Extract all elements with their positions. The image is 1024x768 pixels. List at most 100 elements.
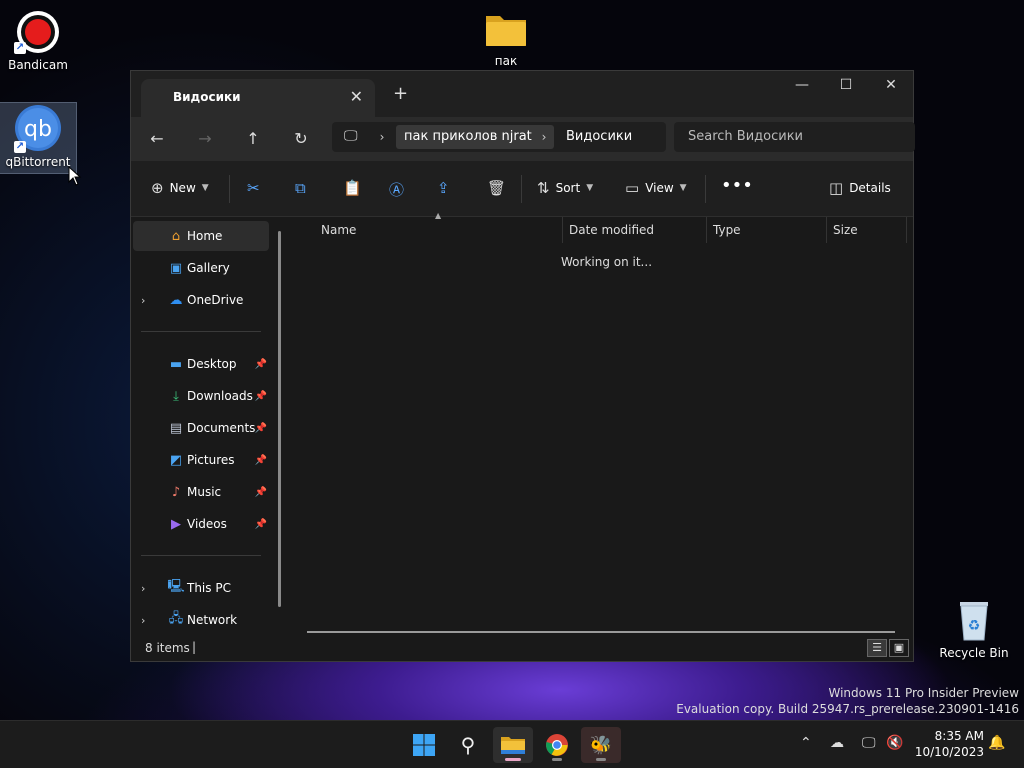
chevron-down-icon: ▼ [201, 183, 209, 193]
command-bar: ⊕ New ▼ ✂ ⧉ 📋 Ⓐ ⇪ 🗑 ⇅ Sort ▼ ▭ View ▼ ••… [131, 161, 913, 217]
search-icon: ⚲ [460, 733, 476, 757]
up-button[interactable]: ↑ [241, 129, 265, 148]
column-header-size[interactable]: Size [827, 217, 907, 243]
desktop-icon-label: Recycle Bin [939, 646, 1009, 660]
search-button[interactable]: ⚲ [448, 727, 488, 763]
nav-label: OneDrive [187, 293, 244, 307]
desktop-icon-label: Bandicam [8, 58, 68, 72]
column-header-type[interactable]: Type [707, 217, 827, 243]
pin-icon: 📌 [254, 486, 267, 498]
svg-text:qb: qb [24, 117, 52, 142]
running-indicator [552, 758, 562, 761]
sort-button[interactable]: ⇅ Sort ▼ [537, 179, 593, 197]
share-icon: ⇪ [437, 179, 450, 197]
nav-item-gallery[interactable]: ▣ Gallery [133, 253, 269, 283]
view-label: View [645, 181, 674, 195]
nav-label: Pictures [187, 453, 235, 467]
file-list: ▲ Name Date modified Type Size Working o… [289, 211, 915, 637]
nav-label: Music [187, 485, 222, 499]
breadcrumb-separator[interactable]: › [534, 125, 554, 149]
nav-item-desktop[interactable]: ▬ Desktop 📌 [133, 349, 269, 379]
tiles-view-toggle[interactable]: ▣ [889, 639, 909, 657]
folder-icon [486, 16, 526, 46]
shortcut-arrow-icon: ↗ [14, 141, 26, 153]
taskbar-app-file-explorer[interactable] [493, 727, 533, 763]
volume-muted-icon[interactable]: 🔇 [886, 735, 903, 751]
onedrive-status-icon[interactable]: ☁ [830, 735, 844, 751]
nav-item-network[interactable]: › 🖧 Network [133, 605, 269, 635]
system-clock[interactable]: 8:35 AM 10/10/2023 [915, 728, 984, 760]
item-count: 8 items [145, 641, 190, 655]
desktop-icon-bandicam[interactable]: ↗ Bandicam [0, 8, 76, 72]
clock-date: 10/10/2023 [914, 745, 984, 759]
nav-scrollbar[interactable] [278, 231, 281, 607]
details-button[interactable]: ◫ Details [829, 179, 891, 197]
copy-button[interactable]: ⧉ [295, 179, 306, 197]
watermark-line-1: Windows 11 Pro Insider Preview [828, 686, 1019, 700]
desktop-icon-folder[interactable]: пак [468, 8, 544, 68]
nav-item-home[interactable]: ⌂ Home [133, 221, 269, 251]
breadcrumb-separator[interactable]: › [372, 125, 392, 149]
share-button[interactable]: ⇪ [437, 179, 450, 197]
expand-chevron-icon[interactable]: › [141, 614, 155, 627]
nav-item-this-pc[interactable]: › 🖳 This PC [133, 573, 269, 603]
pin-icon: 📌 [254, 518, 267, 530]
paste-button[interactable]: 📋 [343, 179, 362, 197]
tab-videos[interactable]: Видосики ✕ [141, 79, 375, 117]
expand-chevron-icon[interactable]: › [141, 582, 155, 595]
nav-divider [141, 555, 261, 556]
refresh-button[interactable]: ↻ [289, 129, 313, 148]
nav-label: Desktop [187, 357, 237, 371]
recycle-bin-icon: ♻ [960, 602, 988, 641]
taskbar-app-bee[interactable]: 🐝 [581, 727, 621, 763]
command-separator [705, 175, 706, 203]
network-status-icon[interactable]: 🖵 [862, 735, 876, 751]
loading-message: Working on it... [561, 255, 653, 269]
nav-label: Downloads [187, 389, 253, 403]
expand-chevron-icon[interactable]: › [141, 294, 155, 307]
this-pc-icon[interactable]: 🖵 [344, 128, 358, 144]
status-bar: 8 items | ☰ ▣ [131, 635, 915, 661]
nav-item-pictures[interactable]: ◩ Pictures 📌 [133, 445, 269, 475]
minimize-button[interactable]: — [779, 77, 825, 93]
taskbar-app-chrome[interactable] [537, 727, 577, 763]
close-tab-icon[interactable]: ✕ [350, 87, 363, 106]
nav-item-music[interactable]: ♪ Music 📌 [133, 477, 269, 507]
address-field[interactable]: 🖵 › пак приколов njrat › Видосики [332, 122, 666, 152]
column-header-date-modified[interactable]: Date modified [563, 217, 707, 243]
delete-button[interactable]: 🗑 [487, 179, 506, 197]
column-header-name[interactable]: Name [315, 217, 563, 243]
desktop-icon-recycle-bin[interactable]: ♻ Recycle Bin [936, 596, 1012, 660]
new-tab-button[interactable]: + [393, 83, 408, 104]
details-view-toggle[interactable]: ☰ [867, 639, 887, 657]
back-button[interactable]: ← [145, 129, 169, 148]
nav-item-downloads[interactable]: ⤓ Downloads 📌 [133, 381, 269, 411]
chevron-down-icon: ▼ [679, 183, 687, 193]
taskbar: ⚲ 🐝 ⌃ ☁ 🖵 🔇 8:35 AM 10/10/2023 🔔 [0, 720, 1024, 768]
maximize-button[interactable]: ☐ [823, 77, 869, 93]
windows-logo-icon [413, 734, 435, 756]
horizontal-scrollbar[interactable] [307, 631, 895, 633]
view-button[interactable]: ▭ View ▼ [625, 179, 687, 197]
breadcrumb-segment-pak[interactable]: пак приколов njrat [396, 125, 540, 149]
breadcrumb-segment-videos[interactable]: Видосики [558, 125, 640, 149]
forward-button[interactable]: → [193, 129, 217, 148]
search-input[interactable]: Search Видосики [674, 122, 915, 152]
more-options-button[interactable]: ••• [721, 175, 753, 196]
nav-item-onedrive[interactable]: › ☁ OneDrive [133, 285, 269, 315]
nav-item-videos[interactable]: ▶ Videos 📌 [133, 509, 269, 539]
cut-button[interactable]: ✂ [247, 179, 260, 197]
close-window-button[interactable]: ✕ [868, 77, 914, 93]
details-label: Details [849, 181, 891, 195]
desktop-icon-qbittorrent[interactable]: qb ↗ qBittorrent [0, 102, 77, 174]
show-hidden-icons-chevron-icon[interactable]: ⌃ [800, 735, 812, 751]
desktop-icon: ▬ [169, 356, 183, 372]
new-button[interactable]: ⊕ New ▼ [151, 179, 209, 197]
rename-button[interactable]: Ⓐ [389, 179, 404, 200]
watermark-line-2: Evaluation copy. Build 25947.rs_prerelea… [676, 702, 1019, 716]
notification-bell-icon[interactable]: 🔔 [988, 735, 1005, 751]
nav-item-documents[interactable]: ▤ Documents 📌 [133, 413, 269, 443]
desktop-icon-label: qBittorrent [5, 155, 71, 169]
start-button[interactable] [404, 727, 444, 763]
plus-circle-icon: ⊕ [151, 179, 164, 197]
